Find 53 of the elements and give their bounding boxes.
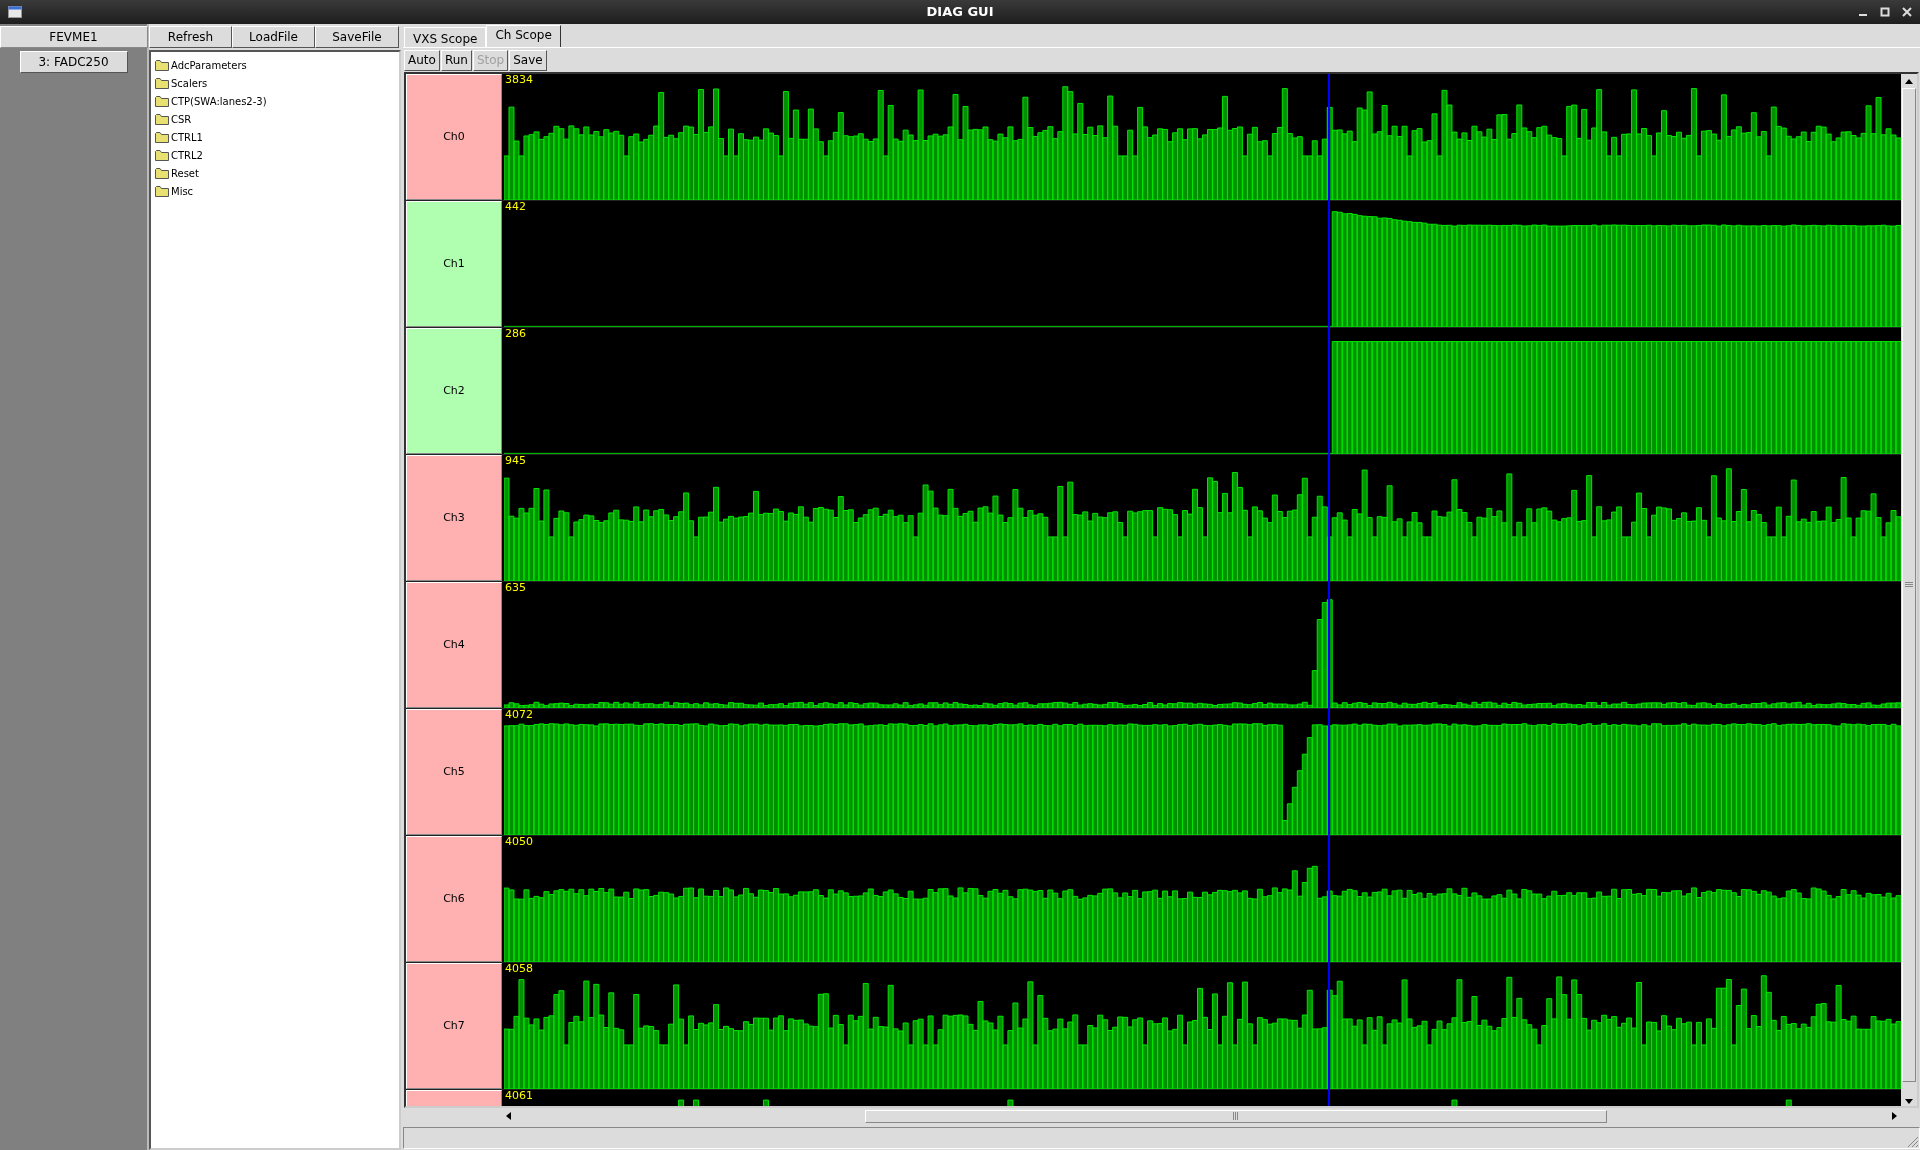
folder-icon [155,131,169,143]
folder-icon [155,77,169,89]
channel-reading: 4058 [505,963,533,975]
folder-icon [155,59,169,71]
grip-icon [1232,1112,1240,1120]
tab[interactable]: VXS Scope [404,27,487,47]
tree-item[interactable]: Scalers [155,74,399,92]
scrollbar-thumb[interactable] [865,1109,1607,1123]
channel-label: Ch4 [406,582,502,708]
window-title: DIAG GUI [926,3,994,22]
resize-grip-icon[interactable] [1905,1134,1919,1148]
channel-label: Ch6 [406,836,502,962]
tab[interactable]: Ch Scope [486,25,561,47]
tree-item[interactable]: Reset [155,164,399,182]
channel-reading: 4061 [505,1090,533,1102]
folder-icon [155,113,169,125]
channel-reading: 945 [505,455,526,467]
crate-button[interactable]: FEVME1 [0,26,148,48]
app-window-icon [8,6,22,18]
channel-label: Ch1 [406,201,502,327]
folder-icon [155,185,169,197]
channel-label: Ch7 [406,963,502,1089]
scrollbar-thumb[interactable] [1902,88,1916,1082]
channel-reading: 4050 [505,836,533,848]
toolbar-button[interactable]: LoadFile [232,26,315,48]
scope-button[interactable]: Auto [404,49,440,71]
close-icon[interactable] [1902,7,1912,17]
scroll-down-icon[interactable] [1904,1096,1914,1106]
channel-reading: 635 [505,582,526,594]
channel-reading: 442 [505,201,526,213]
channel-label: Ch0 [406,74,502,200]
tree-item[interactable]: CTRL2 [155,146,399,164]
board-button[interactable]: 3: FADC250 [19,51,128,73]
toolbar-button[interactable]: Refresh [149,26,232,48]
channel-reading: 3834 [505,74,533,86]
grip-icon [1905,582,1913,588]
tree-item[interactable]: Misc [155,182,399,200]
maximize-icon[interactable] [1880,7,1890,17]
scope-button[interactable]: Save [509,49,547,71]
scope-button[interactable]: Run [440,49,472,71]
channel-label: Ch2 [406,328,502,454]
folder-icon [155,149,169,161]
channel-reading: 286 [505,328,526,340]
tree-item[interactable]: CTRL1 [155,128,399,146]
folder-icon [155,167,169,179]
folder-icon [155,95,169,107]
channel-label: Ch5 [406,709,502,835]
tree-item[interactable]: CTP(SWA:lanes2-3) [155,92,399,110]
tree-item[interactable]: CSR [155,110,399,128]
channel-reading: 4072 [505,709,533,721]
tree-item[interactable]: AdcParameters [155,56,399,74]
channel-label: Ch3 [406,455,502,581]
toolbar-button[interactable]: SaveFile [315,26,399,48]
